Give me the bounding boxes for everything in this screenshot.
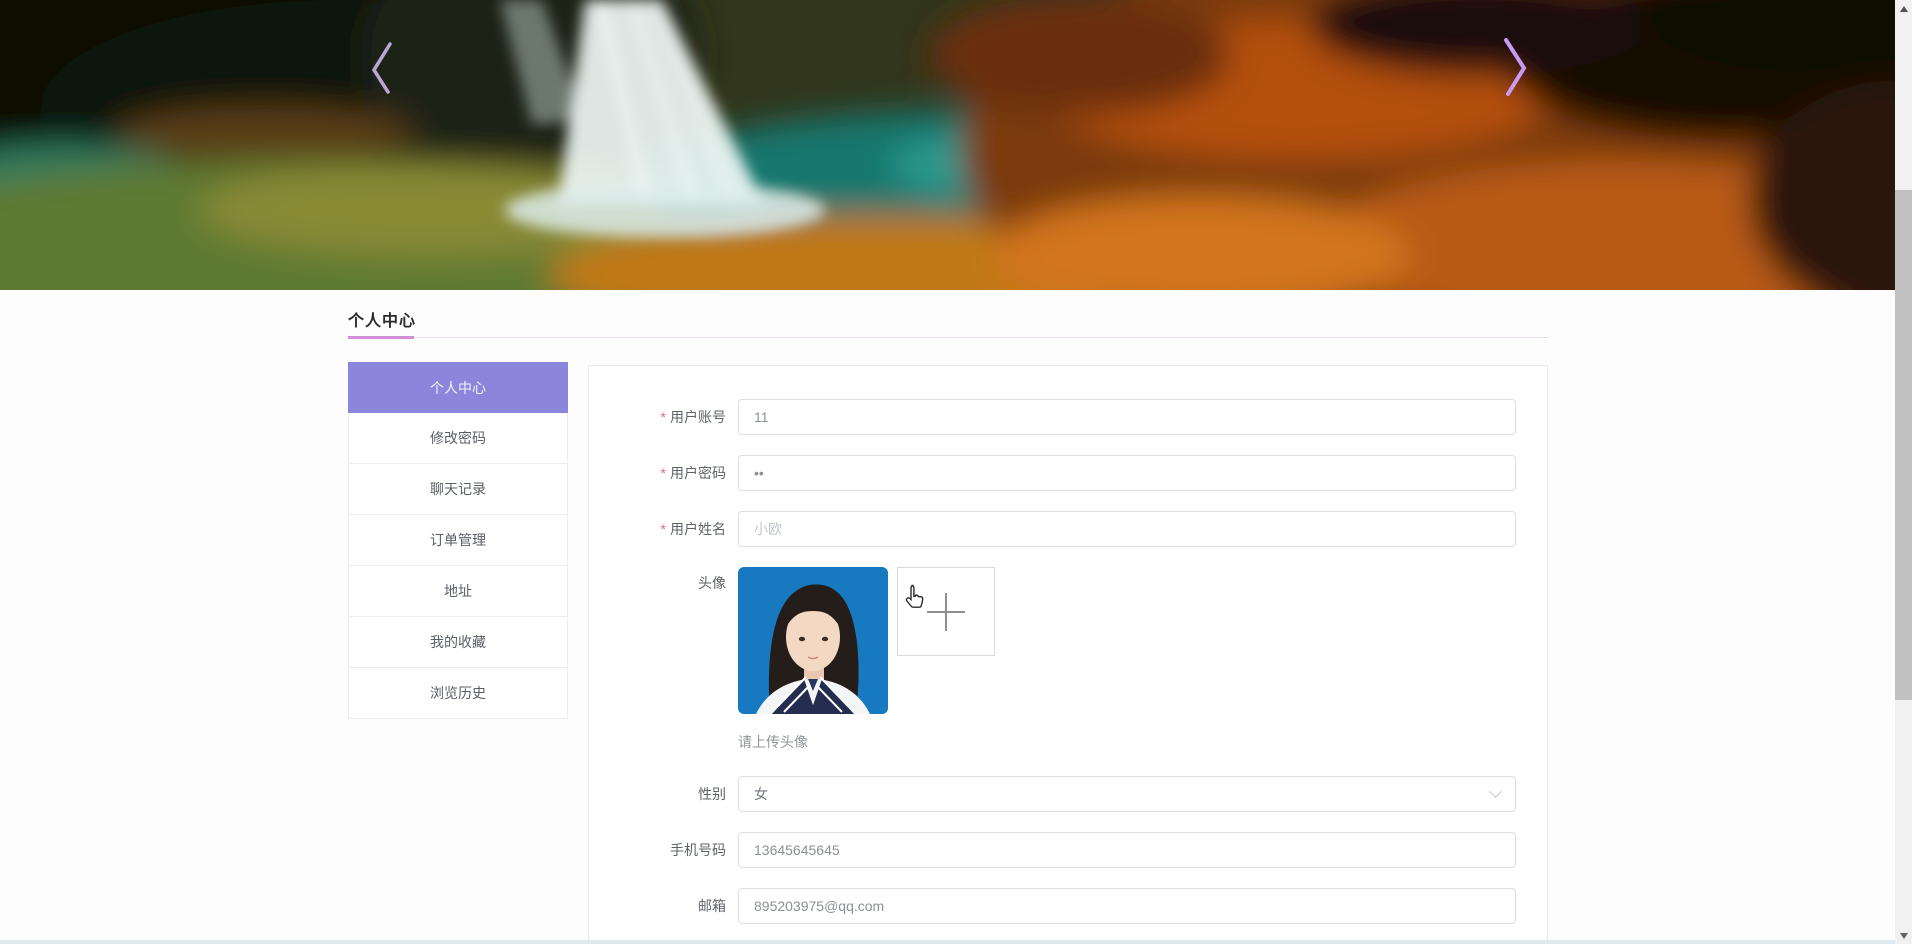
email-row: 邮箱	[589, 888, 1547, 924]
account-input[interactable]	[738, 399, 1516, 435]
sidebar-item-chat-history[interactable]: 聊天记录	[348, 464, 568, 515]
avatar-portrait	[738, 567, 888, 714]
scrollbar-up-arrow[interactable]	[1895, 0, 1912, 17]
carousel-banner	[0, 0, 1912, 290]
sidebar-menu: 个人中心 修改密码 聊天记录 订单管理 地址 我的收藏 浏览历史	[348, 362, 568, 719]
sidebar-item-change-password[interactable]: 修改密码	[348, 413, 568, 464]
avatar-image[interactable]	[738, 567, 888, 714]
sidebar-item-address[interactable]: 地址	[348, 566, 568, 617]
required-mark: *	[660, 465, 666, 481]
sidebar-item-browse-history[interactable]: 浏览历史	[348, 668, 568, 719]
account-label: * 用户账号	[660, 409, 726, 425]
chevron-left-icon	[371, 42, 392, 94]
banner-waterfall-image	[0, 0, 1912, 290]
avatar-label: 头像	[698, 575, 726, 591]
password-label: * 用户密码	[660, 465, 726, 481]
name-input[interactable]	[738, 511, 1516, 547]
triangle-down-icon	[1899, 932, 1908, 939]
password-row: * 用户密码	[589, 455, 1547, 491]
email-label: 邮箱	[698, 898, 726, 914]
avatar-upload-hint: 请上传头像	[738, 734, 808, 750]
required-mark: *	[660, 409, 666, 425]
title-underline	[348, 336, 1548, 339]
scrollbar-thumb[interactable]	[1895, 190, 1912, 700]
avatar-row: 头像 请上传头像	[589, 567, 1547, 752]
page-title: 个人中心	[348, 313, 417, 330]
triangle-up-icon	[1899, 5, 1908, 12]
sidebar-item-order-management[interactable]: 订单管理	[348, 515, 568, 566]
personal-center-page: 个人中心 个人中心 修改密码 聊天记录 订单管理 地址 我的收藏 浏览历史 * 用…	[0, 0, 1912, 944]
name-label: * 用户姓名	[660, 521, 726, 537]
avatar-upload-button[interactable]	[897, 567, 995, 656]
sidebar-item-my-favorites[interactable]: 我的收藏	[348, 617, 568, 668]
chevron-down-icon	[1489, 784, 1502, 798]
carousel-prev-button[interactable]	[360, 30, 406, 102]
account-row: * 用户账号	[589, 399, 1547, 435]
phone-input[interactable]	[738, 832, 1516, 868]
phone-label: 手机号码	[670, 842, 726, 858]
footer-strip	[0, 940, 1895, 944]
gender-row: 性别 女	[589, 776, 1547, 812]
email-input[interactable]	[738, 888, 1516, 924]
name-row: * 用户姓名	[589, 511, 1547, 547]
sidebar-item-personal-center[interactable]: 个人中心	[348, 362, 568, 413]
plus-icon	[927, 592, 965, 631]
carousel-next-button[interactable]	[1492, 30, 1538, 102]
required-mark: *	[660, 521, 666, 537]
gender-label: 性别	[698, 786, 726, 802]
gender-select[interactable]: 女	[738, 776, 1516, 812]
password-input[interactable]	[738, 455, 1516, 491]
scrollbar-down-arrow[interactable]	[1895, 927, 1912, 944]
chevron-right-icon	[1504, 38, 1527, 96]
gender-select-value: 女	[754, 786, 768, 802]
phone-row: 手机号码	[589, 832, 1547, 868]
vertical-scrollbar[interactable]	[1895, 0, 1912, 944]
profile-form-panel: *用户账号 *用户密码 *用户姓名 头像	[588, 365, 1548, 944]
